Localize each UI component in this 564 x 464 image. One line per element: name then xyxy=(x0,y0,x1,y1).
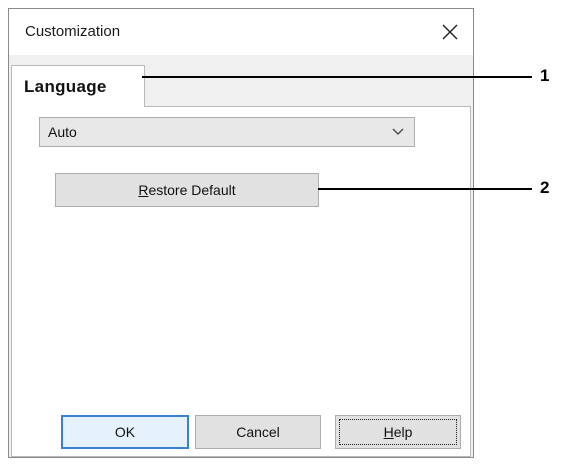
focus-rectangle xyxy=(339,419,457,445)
ok-button[interactable]: OK xyxy=(61,415,189,449)
help-button[interactable]: Help xyxy=(335,415,461,449)
title-bar: Customization xyxy=(9,9,473,55)
language-select[interactable]: Auto xyxy=(39,117,415,147)
chevron-down-icon xyxy=(392,128,404,135)
close-button[interactable] xyxy=(435,17,465,47)
tab-panel-language xyxy=(11,106,471,457)
language-select-value: Auto xyxy=(48,124,77,140)
cancel-label: Cancel xyxy=(236,424,280,440)
restore-default-button[interactable]: Restore Default xyxy=(55,173,319,207)
restore-accel-key: R xyxy=(138,182,149,198)
callout-number-2: 2 xyxy=(540,178,550,197)
tab-language-label: Language xyxy=(24,77,107,96)
tab-language[interactable]: Language xyxy=(11,65,145,107)
callout-number-1: 1 xyxy=(540,66,550,85)
cancel-button[interactable]: Cancel xyxy=(195,415,321,449)
restore-label-rest: estore Default xyxy=(148,182,236,198)
callout-line-2 xyxy=(318,188,532,190)
callout-line-1 xyxy=(142,76,532,78)
screenshot-stage: Customization Language Auto Restore Defa… xyxy=(0,0,564,464)
dialog-title: Customization xyxy=(25,23,121,40)
ok-label: OK xyxy=(114,424,136,440)
close-icon xyxy=(442,24,458,40)
restore-default-label: Restore Default xyxy=(138,174,235,206)
